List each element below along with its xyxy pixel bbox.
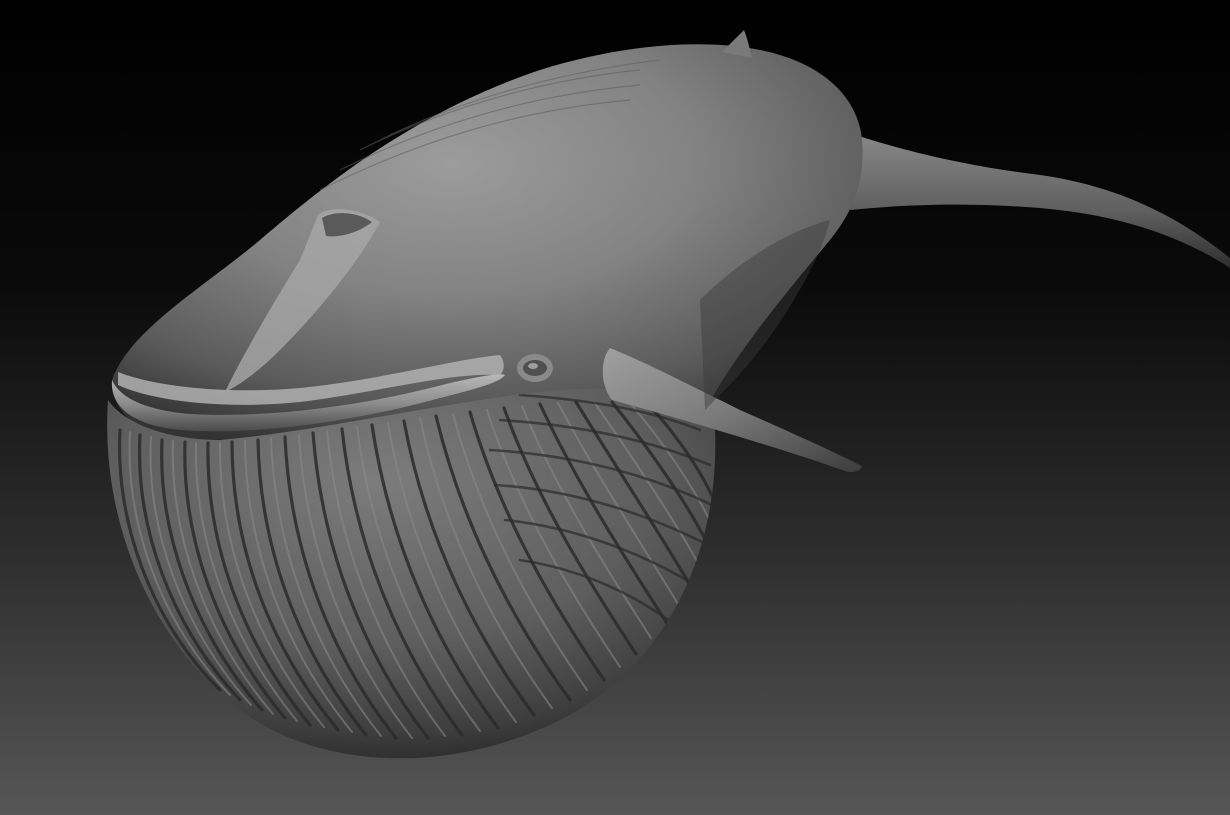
viewport	[0, 0, 1230, 815]
eye	[517, 354, 553, 382]
whale-render	[0, 0, 1230, 815]
